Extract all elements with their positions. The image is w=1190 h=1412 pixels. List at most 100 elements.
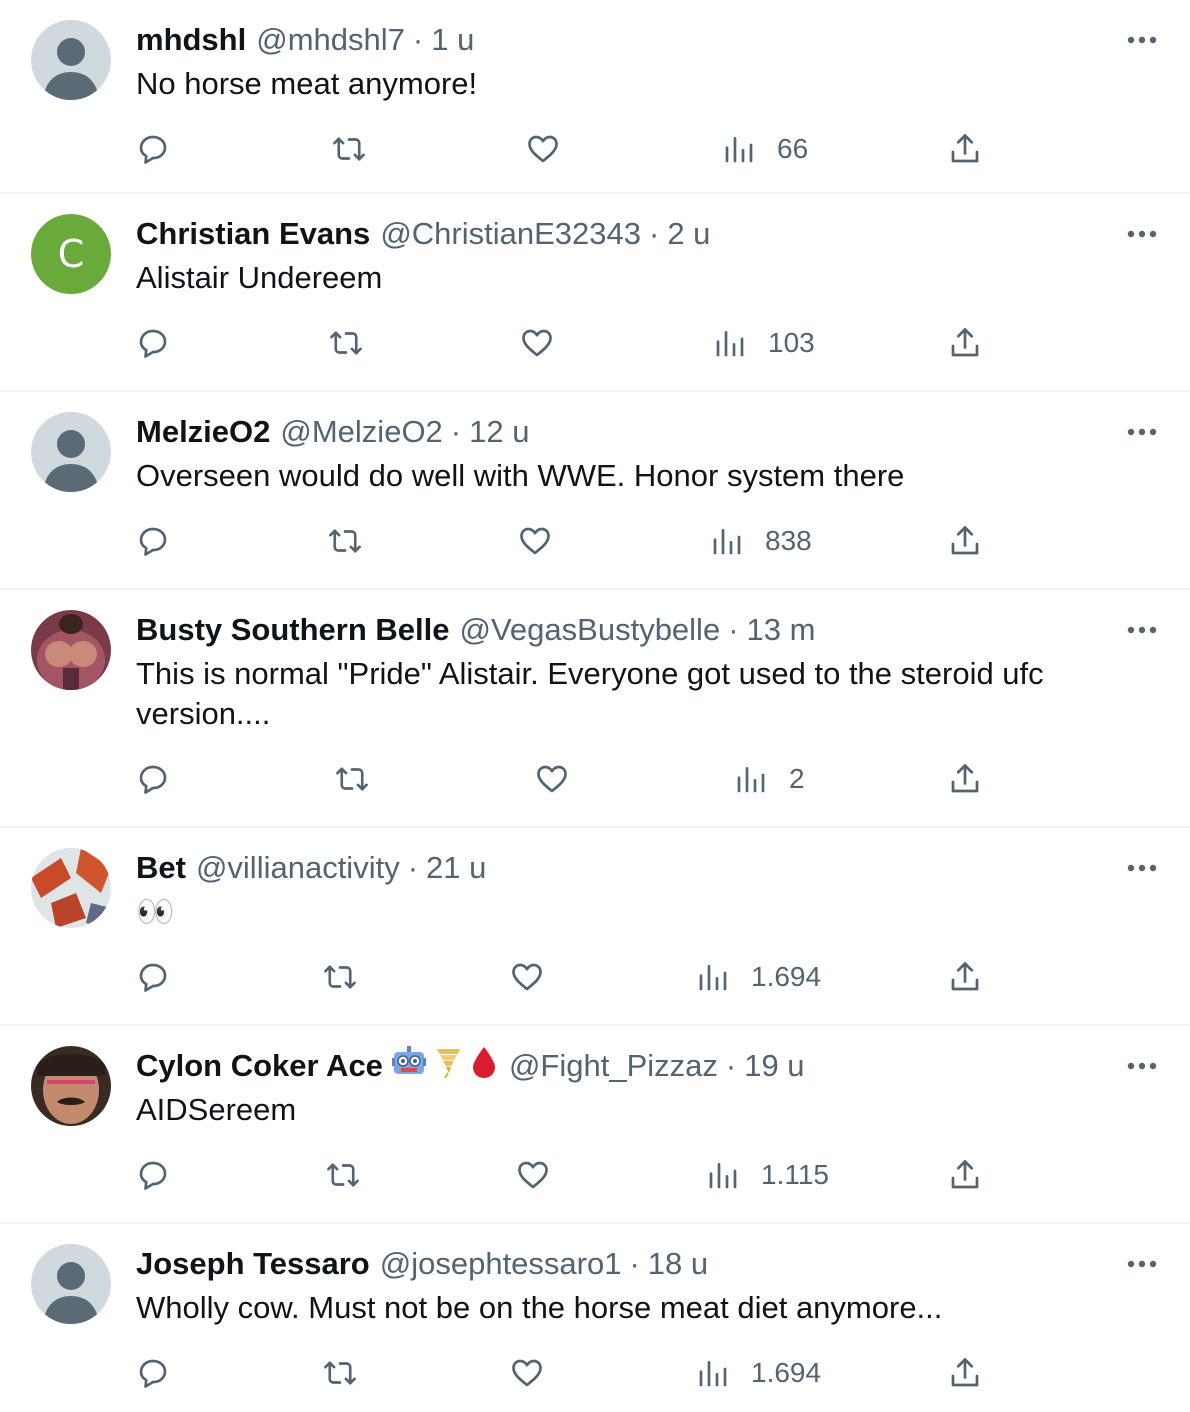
default-avatar-icon[interactable] — [31, 412, 111, 492]
retweet-button[interactable] — [326, 519, 364, 563]
heart-icon — [509, 1355, 545, 1391]
tweet[interactable]: Bet @villianactivity · 21 u 👀 1.694 — [0, 828, 1190, 1026]
share-icon — [947, 1355, 983, 1391]
tweet-text: Alistair Undereem — [136, 260, 383, 295]
reply-button[interactable] — [135, 519, 171, 563]
default-avatar-icon[interactable] — [31, 20, 111, 100]
share-button[interactable] — [947, 321, 983, 365]
share-button[interactable] — [947, 519, 983, 563]
views-button[interactable]: 1.694 — [697, 955, 821, 999]
like-button[interactable] — [515, 1153, 551, 1197]
share-button[interactable] — [947, 757, 983, 801]
tweet[interactable]: Busty Southern Belle @VegasBustybelle · … — [0, 590, 1190, 828]
default-avatar-icon[interactable] — [31, 1244, 111, 1324]
user-handle[interactable]: @villianactivity — [196, 850, 400, 886]
like-button[interactable] — [534, 757, 570, 801]
like-button[interactable] — [517, 519, 553, 563]
more-options-icon[interactable] — [1124, 414, 1160, 450]
share-button[interactable] — [947, 1153, 983, 1197]
user-handle[interactable]: @VegasBustybelle — [460, 612, 721, 648]
retweet-button[interactable] — [324, 1153, 362, 1197]
display-name[interactable]: Cylon Coker Ace — [136, 1048, 383, 1084]
views-button[interactable]: 838 — [711, 519, 812, 563]
views-button[interactable]: 1.694 — [697, 1351, 821, 1395]
timestamp[interactable]: 19 u — [744, 1048, 804, 1084]
reply-button[interactable] — [135, 1351, 171, 1395]
like-button[interactable] — [509, 1351, 545, 1395]
like-button[interactable] — [519, 321, 555, 365]
display-name[interactable]: Christian Evans — [136, 216, 370, 252]
tweet[interactable]: C Christian Evans @ChristianE32343 · 2 u… — [0, 194, 1190, 392]
user-handle[interactable]: @josephtessaro1 — [380, 1246, 622, 1282]
more-options-icon[interactable] — [1124, 1048, 1160, 1084]
photo-avatar[interactable] — [31, 848, 111, 928]
timestamp[interactable]: 13 m — [747, 612, 816, 648]
views-button[interactable]: 103 — [714, 321, 815, 365]
reply-button[interactable] — [135, 321, 171, 365]
timestamp[interactable]: 18 u — [648, 1246, 708, 1282]
more-options-icon[interactable] — [1124, 1246, 1160, 1282]
view-count: 1.694 — [751, 961, 822, 992]
retweet-icon — [321, 1355, 359, 1391]
more-options-icon[interactable] — [1124, 22, 1160, 58]
share-button[interactable] — [947, 1351, 983, 1395]
like-button[interactable] — [525, 127, 561, 171]
action-bar: 838 — [0, 519, 1190, 563]
tweet[interactable]: Joseph Tessaro @josephtessaro1 · 18 u Wh… — [0, 1224, 1190, 1412]
reply-button[interactable] — [135, 1153, 171, 1197]
action-bar: 103 — [0, 321, 1190, 365]
more-options-icon[interactable] — [1124, 612, 1160, 648]
analytics-icon — [723, 133, 755, 165]
user-handle[interactable]: @MelzieO2 — [280, 414, 442, 450]
tweet-header: Busty Southern Belle @VegasBustybelle · … — [136, 610, 815, 650]
more-options-icon[interactable] — [1124, 216, 1160, 252]
tornado-emoji-icon — [433, 1045, 463, 1087]
photo-avatar[interactable] — [31, 610, 111, 690]
photo-avatar[interactable] — [31, 1046, 111, 1126]
user-handle[interactable]: @ChristianE32343 — [380, 216, 641, 252]
retweet-button[interactable] — [321, 1351, 359, 1395]
retweet-button[interactable] — [321, 955, 359, 999]
views-button[interactable]: 66 — [723, 127, 808, 171]
share-button[interactable] — [947, 955, 983, 999]
reply-icon — [135, 1355, 171, 1391]
retweet-button[interactable] — [327, 321, 365, 365]
display-name[interactable]: mhdshl — [136, 22, 246, 58]
reply-button[interactable] — [135, 757, 171, 801]
display-name[interactable]: Joseph Tessaro — [136, 1246, 370, 1282]
avatar-letter: C — [58, 232, 85, 276]
view-count: 1.694 — [751, 1357, 822, 1388]
heart-icon — [534, 761, 570, 797]
analytics-icon — [735, 763, 767, 795]
dot-separator: · — [728, 612, 739, 647]
tweet[interactable]: MelzieO2 @MelzieO2 · 12 u Overseen would… — [0, 392, 1190, 590]
views-button[interactable]: 1.115 — [707, 1153, 829, 1197]
reply-button[interactable] — [135, 127, 171, 171]
share-icon — [947, 523, 983, 559]
reply-icon — [135, 523, 171, 559]
retweet-button[interactable] — [330, 127, 368, 171]
timestamp[interactable]: 12 u — [469, 414, 529, 450]
user-handle[interactable]: @mhdshl7 — [256, 22, 405, 58]
tweet-text: Overseen would do well with WWE. Honor s… — [136, 458, 905, 493]
timestamp[interactable]: 21 u — [426, 850, 486, 886]
tweet-text: 👀 — [136, 894, 175, 929]
user-handle[interactable]: @Fight_Pizzaz — [509, 1048, 718, 1084]
tweet[interactable]: Cylon Coker Ace @Fight_Pizzaz · 19 u AID… — [0, 1026, 1190, 1224]
display-name[interactable]: Busty Southern Belle — [136, 612, 450, 648]
display-name[interactable]: Bet — [136, 850, 186, 886]
more-options-icon[interactable] — [1124, 850, 1160, 886]
timestamp[interactable]: 1 u — [431, 22, 474, 58]
action-bar: 1.694 — [0, 955, 1190, 999]
tweet-header: mhdshl @mhdshl7 · 1 u — [136, 20, 474, 60]
like-button[interactable] — [509, 955, 545, 999]
reply-button[interactable] — [135, 955, 171, 999]
analytics-icon — [714, 327, 746, 359]
letter-avatar[interactable]: C — [31, 214, 111, 294]
tweet[interactable]: mhdshl @mhdshl7 · 1 u No horse meat anym… — [0, 0, 1190, 194]
display-name[interactable]: MelzieO2 — [136, 414, 270, 450]
views-button[interactable]: 2 — [735, 757, 805, 801]
retweet-button[interactable] — [333, 757, 371, 801]
timestamp[interactable]: 2 u — [667, 216, 710, 252]
share-button[interactable] — [947, 127, 983, 171]
